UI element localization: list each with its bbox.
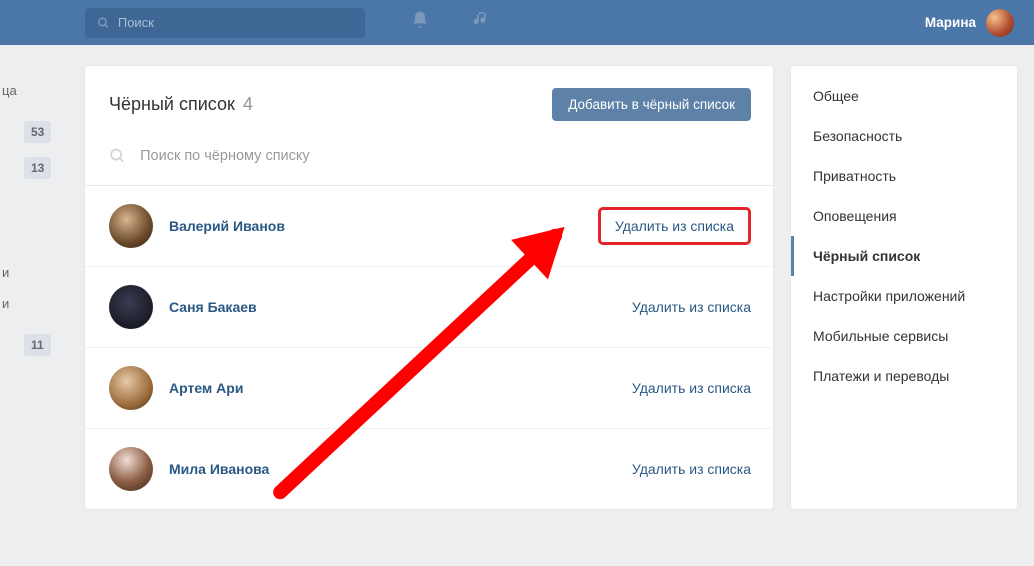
username-label: Марина <box>925 15 976 30</box>
search-input[interactable] <box>118 15 353 30</box>
avatar <box>986 9 1014 37</box>
list-item: Артем Ари Удалить из списка <box>85 348 773 429</box>
panel-header: Чёрный список 4 Добавить в чёрный список <box>85 66 773 131</box>
settings-sidebar: Общее Безопасность Приватность Оповещени… <box>790 65 1018 510</box>
search-icon <box>109 147 126 165</box>
add-to-blacklist-button[interactable]: Добавить в чёрный список <box>552 88 751 121</box>
content-area: Чёрный список 4 Добавить в чёрный список… <box>0 45 1034 530</box>
blacklist-filter-input[interactable] <box>140 148 751 164</box>
remove-from-list-link[interactable]: Удалить из списка <box>632 380 751 396</box>
count-badge: 4 <box>243 94 253 115</box>
counter-badge: 11 <box>24 334 51 356</box>
counter-badge: 53 <box>24 121 51 143</box>
sidebar-item-notifications[interactable]: Оповещения <box>791 196 1017 236</box>
sidebar-item-blacklist[interactable]: Чёрный список <box>791 236 1017 276</box>
avatar <box>109 204 153 248</box>
user-link[interactable]: Мила Иванова <box>169 461 269 477</box>
list-item: Валерий Иванов Удалить из списка <box>85 186 773 267</box>
avatar <box>109 366 153 410</box>
sidebar-item-security[interactable]: Безопасность <box>791 116 1017 156</box>
search-icon <box>97 16 110 30</box>
page-title: Чёрный список <box>109 94 235 115</box>
avatar <box>109 285 153 329</box>
remove-from-list-link[interactable]: Удалить из списка <box>632 299 751 315</box>
user-link[interactable]: Валерий Иванов <box>169 218 285 234</box>
avatar <box>109 447 153 491</box>
user-menu[interactable]: Марина <box>925 9 1014 37</box>
left-nav-item[interactable]: и <box>0 257 54 289</box>
topbar: Марина <box>0 0 1034 45</box>
left-nav-item[interactable]: и <box>0 288 54 320</box>
top-icons <box>410 10 490 35</box>
left-nav-stub: ца 53 13 и и 11 <box>0 45 62 356</box>
search-box[interactable] <box>85 8 365 38</box>
user-link[interactable]: Артем Ари <box>169 380 243 396</box>
sidebar-item-privacy[interactable]: Приватность <box>791 156 1017 196</box>
counter-badge: 13 <box>24 157 51 179</box>
list-item: Мила Иванова Удалить из списка <box>85 429 773 509</box>
filter-row <box>85 131 773 186</box>
sidebar-item-general[interactable]: Общее <box>791 76 1017 116</box>
list-item: Саня Бакаев Удалить из списка <box>85 267 773 348</box>
remove-from-list-link[interactable]: Удалить из списка <box>598 207 751 245</box>
music-icon[interactable] <box>472 10 490 35</box>
sidebar-item-payments[interactable]: Платежи и переводы <box>791 356 1017 396</box>
user-link[interactable]: Саня Бакаев <box>169 299 257 315</box>
sidebar-item-mobile[interactable]: Мобильные сервисы <box>791 316 1017 356</box>
blacklist-panel: Чёрный список 4 Добавить в чёрный список… <box>84 65 774 510</box>
notifications-icon[interactable] <box>410 10 430 35</box>
sidebar-item-app-settings[interactable]: Настройки приложений <box>791 276 1017 316</box>
remove-from-list-link[interactable]: Удалить из списка <box>632 461 751 477</box>
left-nav-item[interactable]: ца <box>0 75 54 107</box>
